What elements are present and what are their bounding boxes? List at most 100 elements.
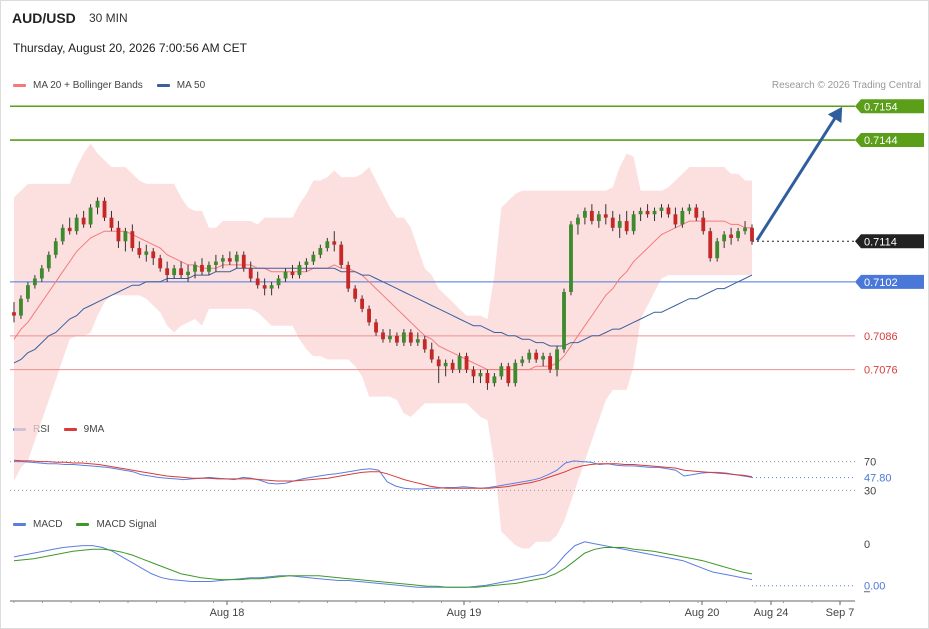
candle-body: [388, 335, 392, 340]
candle-body: [367, 308, 371, 323]
candle-body: [165, 268, 170, 276]
candle-body: [227, 258, 232, 262]
candle-body: [311, 254, 316, 262]
candle-body: [708, 231, 713, 259]
candle-body: [485, 372, 490, 384]
rsi-level-label-30: 30: [864, 485, 876, 497]
rsi-ma-line: [13, 459, 753, 489]
candle-body: [213, 261, 218, 265]
candle-body: [645, 210, 650, 215]
candle-body: [332, 241, 337, 245]
chart-canvas: 0.7154 0.7144 0.7114 0.7102 0.7086 0.7076 70 3…: [10, 99, 924, 619]
x-tick-label: Sep 7: [826, 607, 855, 619]
candle-body: [297, 264, 302, 276]
candle-body: [750, 227, 754, 242]
candle-body: [443, 362, 448, 367]
candle-body: [576, 217, 580, 225]
candle-body: [262, 285, 267, 289]
candle-body: [123, 231, 128, 242]
candle-body: [283, 271, 288, 279]
candle-body: [506, 366, 511, 384]
candle-body: [102, 200, 107, 218]
candle-body: [158, 258, 163, 269]
bollinger-band: [14, 143, 752, 549]
candle-body: [53, 241, 58, 255]
candle-body: [304, 261, 309, 265]
candle-body: [241, 254, 246, 269]
candle-body: [12, 312, 16, 316]
candle-body: [269, 285, 274, 289]
forecast-arrow-shaft: [755, 109, 842, 242]
candle-body: [67, 227, 72, 232]
candle-body: [701, 217, 706, 232]
candle-body: [360, 298, 365, 309]
candle-body: [499, 366, 504, 377]
candle-body: [492, 376, 497, 384]
candle-body: [743, 227, 747, 232]
candle-body: [659, 207, 664, 211]
candle-body: [74, 217, 79, 232]
rsi-level-label-70: 70: [864, 457, 876, 469]
candle-body: [46, 254, 51, 269]
candle-body: [687, 207, 692, 211]
candle-body: [116, 227, 121, 242]
candle-body: [596, 214, 601, 222]
x-tick-label: Aug 18: [210, 607, 245, 619]
candle-body: [248, 268, 253, 279]
candle-body: [374, 322, 378, 333]
candle-body: [81, 217, 86, 225]
candle-body: [638, 210, 643, 215]
x-tick-label: Aug 24: [754, 607, 789, 619]
candle-body: [193, 264, 197, 272]
candle-body: [318, 248, 323, 255]
candle-body: [346, 264, 351, 289]
rsi-current-label: 47.80: [864, 473, 892, 485]
candle-body: [130, 231, 135, 249]
candle-body: [715, 241, 720, 259]
x-tick-label: Aug 20: [685, 607, 720, 619]
candle-body: [562, 291, 566, 350]
candle-body: [401, 332, 406, 343]
candle-body: [220, 258, 225, 262]
candle-body: [569, 224, 573, 292]
candle-body: [722, 234, 727, 242]
candle-body: [179, 268, 184, 276]
level-label-0.7086: 0.7086: [864, 331, 898, 343]
level-label-0.7076: 0.7076: [864, 365, 898, 377]
candle-body: [172, 268, 177, 276]
candle-body: [19, 298, 23, 316]
candle-body: [408, 332, 413, 343]
candle-body: [325, 241, 330, 249]
candle-body: [624, 221, 629, 232]
candle-body: [429, 349, 434, 360]
candle-body: [673, 214, 678, 225]
candle-body: [541, 356, 546, 360]
candle-body: [255, 278, 260, 286]
candle-body: [520, 359, 525, 363]
candle-body: [95, 200, 100, 208]
level-label-0.7114: 0.7114: [864, 236, 897, 248]
candle-body: [207, 264, 211, 272]
candle-body: [464, 356, 469, 370]
candle-body: [680, 210, 685, 225]
candle-body: [534, 352, 539, 360]
candle-body: [39, 268, 44, 279]
candle-body: [582, 210, 587, 218]
candle-body: [60, 227, 65, 242]
candle-body: [234, 254, 239, 262]
candle-body: [436, 359, 441, 367]
candle-body: [26, 285, 30, 299]
macd-current-label: 0.00: [864, 581, 885, 593]
candle-body: [617, 221, 622, 228]
candle-body: [666, 207, 671, 215]
macd-line: [13, 541, 753, 588]
candle-body: [290, 271, 295, 276]
candle-body: [200, 264, 204, 272]
candle-body: [527, 352, 532, 360]
candle-body: [353, 288, 358, 299]
macd-tick-label: 0: [864, 539, 870, 551]
candle-body: [109, 217, 114, 228]
candle-body: [32, 278, 37, 286]
candle-body: [555, 349, 559, 370]
candle-body: [339, 244, 344, 265]
